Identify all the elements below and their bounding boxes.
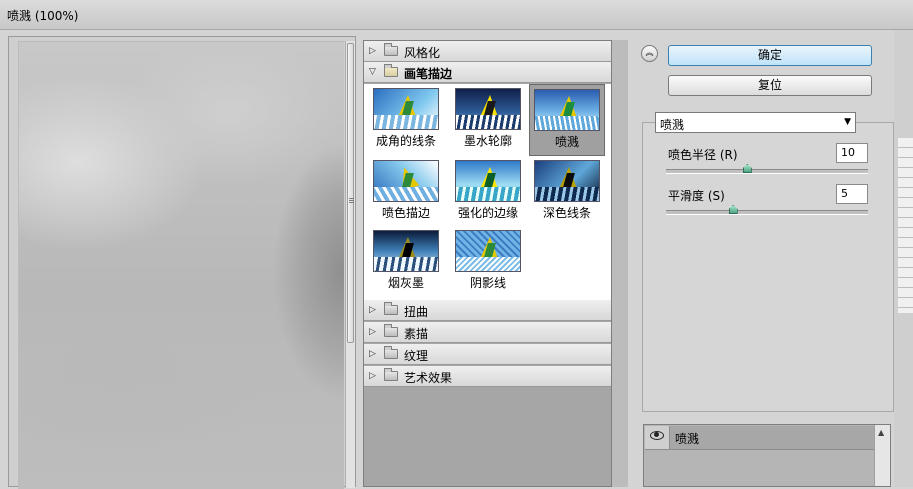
category-sketch[interactable]: ▷ 素描 [364, 322, 611, 343]
thumb-image [455, 160, 521, 202]
thumb-image [373, 88, 439, 130]
spray-radius-slider[interactable] [666, 164, 868, 174]
thumb-label: 喷色描边 [381, 206, 430, 220]
thumb-label: 深色线条 [542, 206, 591, 220]
folder-icon [384, 346, 398, 359]
thumb-image [455, 230, 521, 272]
preview-panel [8, 36, 356, 489]
thumb-label: 墨水轮廓 [463, 134, 512, 148]
waves-shape [535, 116, 599, 130]
spray-radius-label: 喷色半径 (R) [668, 148, 738, 162]
waves-shape [456, 187, 520, 201]
folder-icon [384, 302, 398, 315]
scroll-up-icon[interactable]: ▲ [878, 428, 884, 437]
thumbnail-grid: 成角的线条 墨水轮廓 喷溅 喷色描边 强化的边缘 深色线条 烟灰墨 阴影线 [364, 84, 611, 300]
gallery-gutter [612, 40, 628, 487]
layers-scrollbar[interactable]: ▲ [874, 425, 890, 486]
folder-icon [384, 324, 398, 337]
thumb-spatter[interactable]: 喷溅 [529, 84, 605, 156]
triangle-right-icon: ▷ [369, 305, 376, 315]
effect-layers-panel: 喷溅 ▲ [643, 424, 891, 487]
category-distort[interactable]: ▷ 扭曲 [364, 300, 611, 321]
thumb-dark-strokes[interactable]: 深色线条 [529, 156, 605, 226]
thumb-angled-strokes[interactable]: 成角的线条 [368, 84, 444, 154]
thumb-label: 阴影线 [469, 276, 506, 290]
eye-icon [650, 431, 664, 440]
waves-shape [535, 187, 599, 201]
thumb-label: 烟灰墨 [387, 276, 424, 290]
waves-shape [374, 115, 438, 129]
grip-icon [349, 198, 354, 204]
folder-icon [384, 368, 398, 381]
triangle-right-icon: ▷ [369, 46, 376, 56]
category-label: 艺术效果 [404, 371, 453, 385]
title-bar: 喷溅 (100%) [0, 0, 913, 30]
category-label: 素描 [404, 327, 429, 341]
filter-settings-panel [642, 122, 894, 412]
smoothness-label: 平滑度 (S) [668, 189, 725, 203]
category-label: 扭曲 [404, 305, 429, 319]
triangle-right-icon: ▷ [369, 327, 376, 337]
thumb-crosshatch[interactable]: 阴影线 [450, 226, 526, 296]
thumb-sprayed-strokes[interactable]: 喷色描边 [368, 156, 444, 226]
thumb-image [534, 89, 600, 131]
layer-visibility-toggle[interactable] [645, 426, 670, 449]
category-label: 纹理 [404, 349, 429, 363]
thumb-sumi-e[interactable]: 烟灰墨 [368, 226, 444, 296]
folder-icon [384, 64, 398, 77]
folder-icon [384, 43, 398, 56]
effect-layer-name: 喷溅 [675, 432, 700, 446]
thumb-image [534, 160, 600, 202]
thumb-image [373, 230, 439, 272]
spray-radius-input[interactable]: 10 [836, 143, 868, 163]
thumb-accented-edges[interactable]: 强化的边缘 [450, 156, 526, 226]
double-chevron-up-icon[interactable]: ︽ [641, 45, 658, 62]
triangle-down-icon: ▽ [369, 67, 376, 77]
thumb-ink-outlines[interactable]: 墨水轮廓 [450, 84, 526, 154]
window-title: 喷溅 (100%) [7, 9, 79, 23]
category-artistic[interactable]: ▷ 艺术效果 [364, 366, 611, 387]
waves-shape [456, 257, 520, 271]
waves-shape [374, 257, 438, 271]
window-edge [894, 30, 913, 487]
waves-shape [456, 115, 520, 129]
category-stylize[interactable]: ▷ 风格化 [364, 41, 611, 62]
thumb-image [373, 160, 439, 202]
smoothness-slider[interactable] [666, 205, 868, 215]
thumb-image [455, 88, 521, 130]
triangle-right-icon: ▷ [369, 349, 376, 359]
chevron-down-icon: ▼ [844, 117, 851, 127]
waves-shape [374, 187, 438, 201]
filter-select[interactable]: 喷溅 ▼ [655, 112, 856, 133]
preview-image[interactable] [18, 41, 344, 489]
smoothness-input[interactable]: 5 [836, 184, 868, 204]
effect-layer-row[interactable]: 喷溅 [645, 426, 875, 450]
category-label: 风格化 [404, 46, 441, 60]
preview-scrollbar[interactable] [345, 41, 355, 488]
preview-scrollbar-thumb[interactable] [347, 43, 354, 343]
category-label: 画笔描边 [404, 67, 453, 81]
thumb-label: 喷溅 [554, 135, 579, 149]
reset-button[interactable]: 复位 [668, 75, 872, 96]
background-strip [898, 138, 913, 313]
category-texture[interactable]: ▷ 纹理 [364, 344, 611, 365]
thumb-label: 成角的线条 [375, 134, 436, 148]
ok-button[interactable]: 确定 [668, 45, 872, 66]
category-brush-strokes[interactable]: ▽ 画笔描边 [364, 62, 611, 83]
thumb-label: 强化的边缘 [457, 206, 518, 220]
filter-select-value: 喷溅 [660, 118, 685, 132]
triangle-right-icon: ▷ [369, 371, 376, 381]
filter-gallery: ▷ 风格化 ▽ 画笔描边 成角的线条 墨水轮廓 喷溅 喷色描边 强化的边缘 深色… [363, 40, 612, 487]
